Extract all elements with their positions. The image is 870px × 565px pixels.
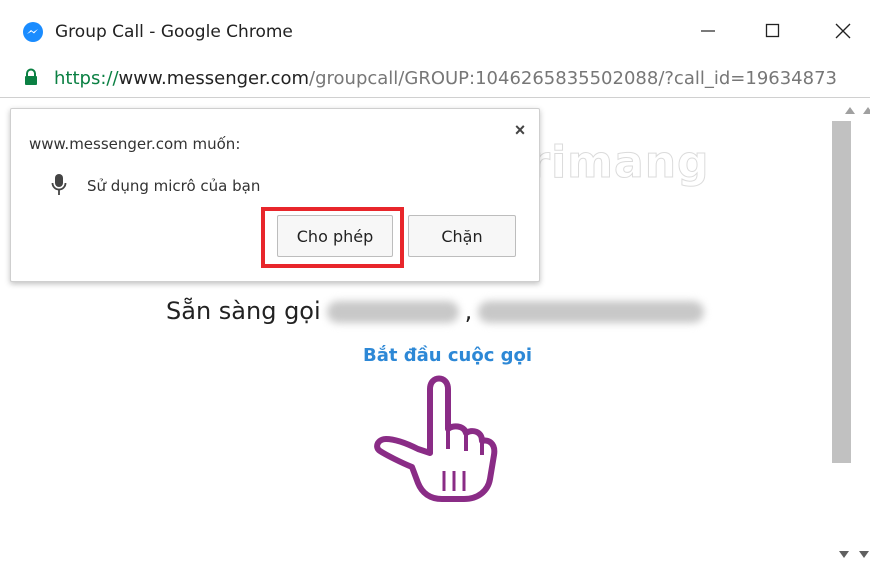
- popup-title: www.messenger.com muốn:: [29, 135, 241, 153]
- microphone-icon: [51, 174, 67, 195]
- permission-popup: × www.messenger.com muốn: Sử dụng micrô …: [10, 108, 540, 282]
- close-popup-button[interactable]: ×: [509, 119, 531, 141]
- name-separator: ,: [464, 297, 473, 325]
- address-bar[interactable]: https://www.messenger.com/groupcall/GROU…: [0, 60, 870, 98]
- scroll-up-arrow-icon[interactable]: [863, 107, 870, 114]
- maximize-icon: [765, 23, 780, 38]
- minimize-icon: [701, 30, 715, 32]
- close-window-button[interactable]: [828, 16, 858, 46]
- scroll-thumb[interactable]: [832, 121, 851, 463]
- allow-button[interactable]: Cho phép: [277, 215, 393, 257]
- scroll-down-arrow-icon[interactable]: [859, 551, 869, 558]
- url-text[interactable]: https://www.messenger.com/groupcall/GROU…: [54, 68, 837, 89]
- url-scheme: https://: [54, 68, 119, 89]
- maximize-button[interactable]: [758, 16, 788, 46]
- lock-icon: [25, 68, 37, 85]
- minimize-button[interactable]: [693, 16, 723, 46]
- url-host: www.messenger.com: [118, 68, 310, 89]
- block-button[interactable]: Chặn: [408, 215, 516, 257]
- close-icon: [835, 23, 851, 39]
- pointing-hand-icon: [374, 375, 498, 502]
- url-path: /groupcall/GROUP:1046265835502088/?call_…: [309, 68, 837, 89]
- permission-text: Sử dụng micrô của bạn: [87, 177, 261, 195]
- scroll-down-arrow-icon[interactable]: [839, 551, 849, 558]
- start-call-link[interactable]: Bắt đầu cuộc gọi: [363, 345, 532, 366]
- ready-to-call-text: Sẵn sàng gọi,: [166, 297, 710, 325]
- page-scrollbar[interactable]: [829, 99, 870, 565]
- window-title: Group Call - Google Chrome: [55, 22, 293, 42]
- title-bar: Group Call - Google Chrome: [0, 0, 870, 60]
- ready-prefix: Sẵn sàng gọi: [166, 297, 321, 325]
- scroll-up-arrow-icon[interactable]: [845, 107, 855, 114]
- messenger-icon: [23, 22, 43, 42]
- blurred-contact-name: [478, 301, 705, 323]
- blurred-contact-name: [326, 301, 459, 323]
